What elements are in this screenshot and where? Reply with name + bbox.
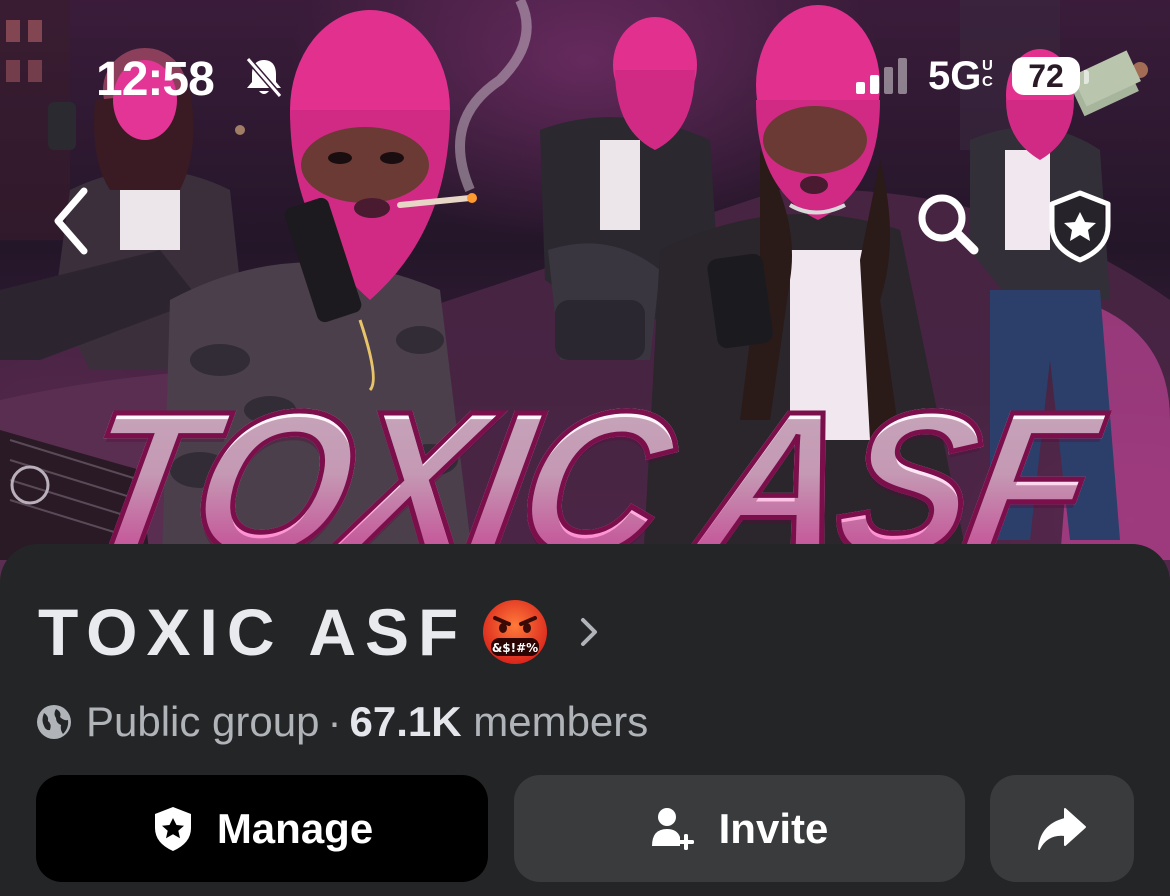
invite-button[interactable]: Invite — [514, 775, 965, 882]
manage-icon-wrap — [151, 805, 195, 853]
battery-level: 72 — [1012, 57, 1080, 95]
members-label: members — [473, 698, 649, 745]
group-privacy: Public group — [86, 698, 320, 745]
admin-tools-button[interactable] — [1042, 188, 1118, 264]
network-type: 5G — [928, 54, 982, 98]
bell-slash-icon — [245, 57, 283, 98]
group-title-link[interactable]: TOXIC ASF &$!#% — [38, 596, 599, 668]
meta-separator: · — [327, 698, 342, 745]
network-uc-badge: UC — [982, 58, 993, 90]
search-icon — [918, 194, 979, 255]
member-count: 67.1K — [349, 698, 462, 745]
network-uc-top: U — [982, 57, 993, 74]
share-arrow-icon — [1038, 807, 1086, 850]
group-cover-image: TOXIC ASF 12:58 5G UC 72 — [0, 0, 1170, 620]
group-name: TOXIC ASF — [38, 595, 468, 669]
status-bar: 12:58 5G UC 72 — [0, 46, 1170, 116]
globe-icon — [37, 705, 71, 739]
invite-icon-wrap — [651, 806, 697, 852]
search-button[interactable] — [912, 188, 984, 260]
shield-star-icon — [154, 806, 191, 851]
shield-star-icon — [1049, 190, 1111, 263]
manage-label: Manage — [216, 804, 374, 852]
share-button[interactable] — [990, 775, 1134, 882]
add-person-icon — [651, 807, 694, 850]
invite-label: Invite — [718, 804, 829, 852]
chevron-left-icon — [54, 187, 88, 255]
status-time: 12:58 — [96, 53, 215, 106]
chevron-right-icon — [581, 618, 598, 646]
group-meta: Public group · 67.1K members — [36, 697, 648, 747]
network-uc-bottom: C — [982, 73, 993, 90]
svg-text:&$!#%: &$!#% — [492, 641, 538, 655]
manage-button[interactable]: Manage — [36, 775, 488, 882]
battery-tip — [1084, 70, 1089, 84]
angry-emoji-icon: &$!#% — [483, 600, 548, 664]
group-info-panel: TOXIC ASF &$!#% Public group · 67.1K mem… — [0, 544, 1170, 896]
back-button[interactable] — [48, 185, 96, 257]
signal-strength-icon — [856, 58, 907, 94]
